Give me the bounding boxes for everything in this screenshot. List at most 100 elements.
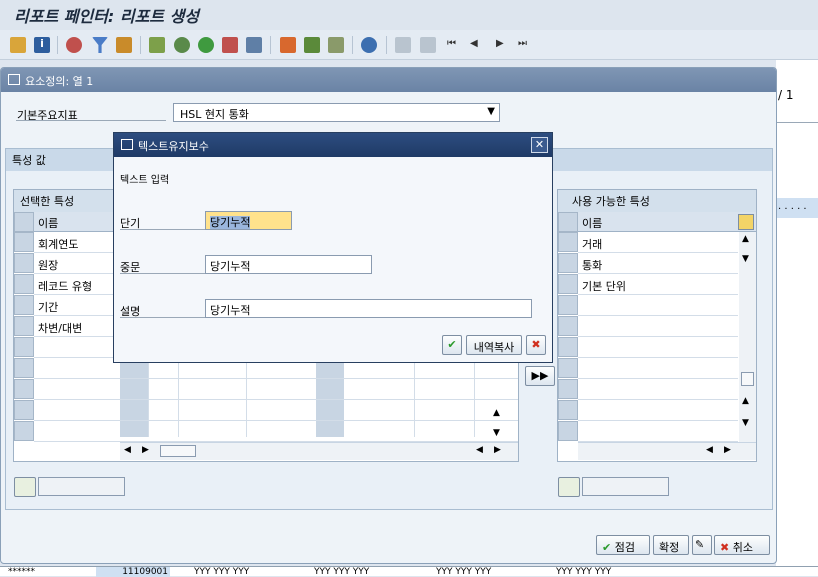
hierarchy-icon[interactable] (10, 37, 26, 53)
confirm-button[interactable]: 확정 (653, 535, 689, 555)
table-row[interactable] (578, 316, 738, 337)
scroll-left-icon[interactable]: ◀ (706, 445, 713, 455)
add-field-icon[interactable] (558, 477, 580, 497)
table-row[interactable]: 통화 (578, 253, 738, 274)
row-selector[interactable] (558, 379, 578, 399)
find-icon[interactable] (174, 37, 190, 53)
scroll-up-icon[interactable]: ▲ (504, 460, 511, 461)
print-icon[interactable] (66, 37, 82, 53)
check-button[interactable]: ✔ 점검 (596, 535, 650, 555)
row-selector[interactable] (14, 358, 34, 378)
cut-icon[interactable] (280, 37, 296, 53)
scroll-thumb[interactable] (741, 372, 754, 386)
select-icon[interactable] (222, 37, 238, 53)
column-settings-icon[interactable] (738, 214, 754, 230)
delete-icon[interactable] (246, 37, 262, 53)
row-selector[interactable] (558, 400, 578, 420)
row-selector[interactable] (558, 316, 578, 336)
cancel-button[interactable]: ✖ 취소 (714, 535, 770, 555)
confirm-icon-button[interactable]: ✔ (442, 335, 462, 355)
scroll-right-icon[interactable]: ▶ (142, 445, 149, 455)
column-header-name[interactable]: 이름 (558, 212, 756, 232)
close-icon[interactable]: ✕ (531, 137, 548, 153)
row-selector[interactable] (558, 421, 578, 441)
edit-icon[interactable]: ✎ (692, 535, 712, 555)
next-page-icon[interactable] (420, 37, 436, 53)
copy-details-button[interactable]: 내역복사 (466, 335, 522, 355)
row-selector[interactable] (14, 421, 34, 441)
table-row[interactable] (578, 421, 738, 442)
row-selector[interactable] (14, 337, 34, 357)
scroll-down-icon[interactable]: ▼ (742, 254, 749, 264)
short-text-input[interactable]: 당기누적 (205, 211, 292, 230)
previous-icon[interactable]: ◀ (470, 38, 478, 49)
move-right-button[interactable]: ▶▶ (525, 366, 555, 386)
table-row[interactable]: 기본 단위 (578, 274, 738, 295)
scroll-right-icon[interactable]: ▶ (494, 445, 501, 455)
last-page-icon[interactable]: ⏭ (518, 38, 527, 49)
row-selector[interactable] (558, 337, 578, 357)
row-selector[interactable] (558, 253, 578, 273)
table-row[interactable] (578, 400, 738, 421)
row-selector[interactable] (14, 316, 34, 336)
tree-icon[interactable] (116, 37, 132, 53)
row-selector[interactable] (558, 358, 578, 378)
table-row[interactable] (578, 295, 738, 316)
scroll-down-icon[interactable]: ▼ (493, 428, 500, 438)
table-row[interactable] (578, 358, 738, 379)
dialog-icon (8, 74, 20, 85)
row-selector[interactable] (558, 295, 578, 315)
table-row[interactable]: 거래 (578, 232, 738, 253)
info-icon[interactable]: i (34, 37, 50, 53)
table-row[interactable] (34, 400, 518, 421)
section-title: 텍스트 입력 (120, 175, 170, 186)
available-characteristics-table: 사용 가능한 특성 이름 거래 통화 기본 단위 ▲ ▼ ▲ ▼ ◀ ▶ (557, 189, 757, 462)
select-all-rows[interactable] (558, 212, 578, 232)
filter-icon[interactable] (92, 37, 108, 53)
scroll-left-icon[interactable]: ◀ (476, 445, 483, 455)
scroll-up-icon[interactable]: ▲ (742, 234, 749, 244)
row-selector[interactable] (558, 274, 578, 294)
selected-search-field[interactable] (38, 477, 125, 496)
medium-text-input[interactable]: 당기누적 (205, 255, 372, 274)
toolbar-separator (270, 36, 271, 54)
select-all-rows[interactable] (14, 212, 34, 232)
row-selector[interactable] (14, 274, 34, 294)
row-selector[interactable] (14, 400, 34, 420)
scroll-right-icon[interactable]: ▶ (724, 445, 731, 455)
scroll-left-icon[interactable]: ◀ (124, 445, 131, 455)
next-icon[interactable]: ▶ (496, 38, 504, 49)
add-field-icon[interactable] (14, 477, 36, 497)
previous-page-icon[interactable] (395, 37, 411, 53)
row-selector[interactable] (558, 232, 578, 252)
cancel-icon-button[interactable]: ✖ (526, 335, 546, 355)
add-row-icon[interactable] (149, 37, 165, 53)
available-search-field[interactable] (582, 477, 669, 496)
vertical-scrollbar[interactable]: ▲ ▼ ▲ ▼ (739, 232, 756, 442)
copy-icon[interactable] (304, 37, 320, 53)
window-title: 리포트 페인터: 리포트 생성 (14, 7, 200, 26)
row-selector[interactable] (14, 232, 34, 252)
row-selector[interactable] (14, 253, 34, 273)
chevron-down-icon[interactable]: ▼ (487, 106, 495, 117)
horizontal-scrollbar[interactable]: ◀ ▶ (578, 442, 756, 460)
table-row[interactable] (578, 337, 738, 358)
scroll-up-icon[interactable]: ▲ (742, 396, 749, 406)
scroll-down-icon[interactable]: ▼ (742, 418, 749, 428)
table-row[interactable] (34, 379, 518, 400)
key-figure-select[interactable]: HSL 현지 통화 ▼ (173, 103, 500, 122)
first-page-icon[interactable]: ⏮ (447, 38, 456, 49)
undo-icon[interactable] (361, 37, 377, 53)
horizontal-scrollbar[interactable]: ◀ ▶ ◀ ▶ (120, 442, 518, 460)
scroll-up-icon[interactable]: ▲ (493, 408, 500, 418)
table-row[interactable] (34, 421, 518, 442)
check-icon[interactable] (198, 37, 214, 53)
scroll-thumb[interactable] (160, 445, 196, 457)
description-input[interactable]: 당기누적 (205, 299, 532, 318)
paste-icon[interactable] (328, 37, 344, 53)
dialog-title: 요소정의: 열 1 (25, 75, 94, 88)
vertical-scrollbar[interactable]: ▲ (500, 460, 518, 461)
table-row[interactable] (578, 379, 738, 400)
row-selector[interactable] (14, 379, 34, 399)
row-selector[interactable] (14, 295, 34, 315)
